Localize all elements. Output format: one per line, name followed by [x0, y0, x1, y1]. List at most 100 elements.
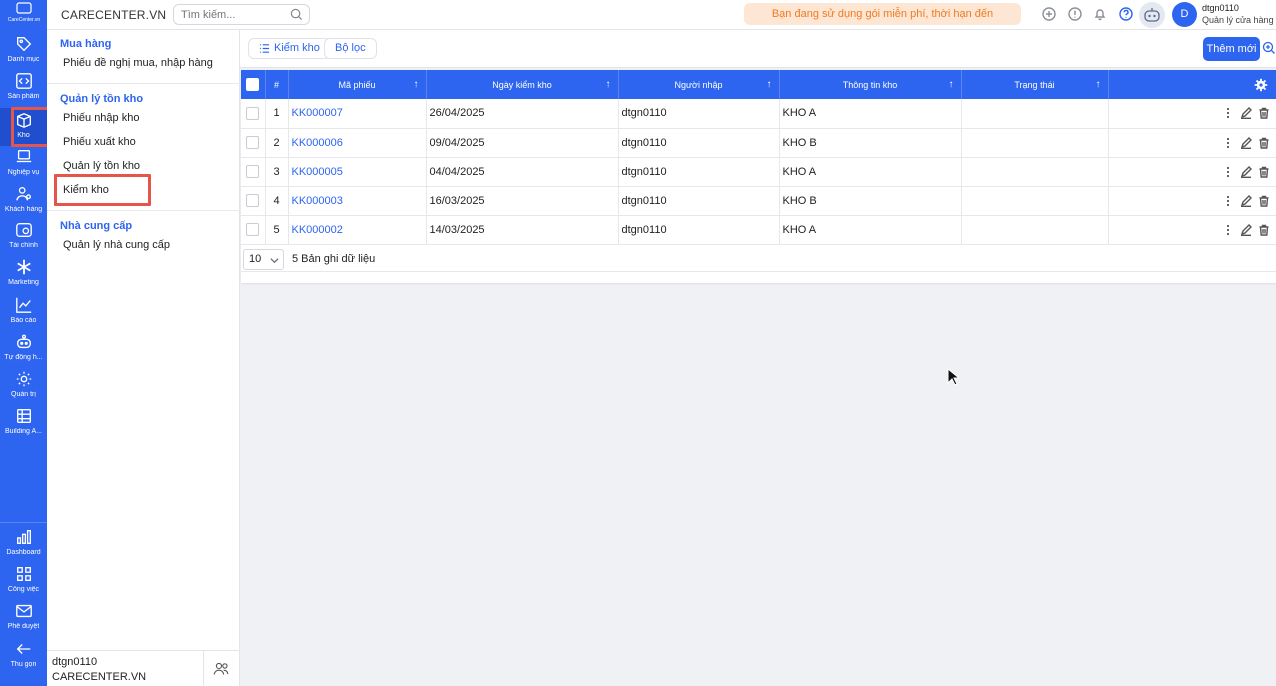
row-select-cell[interactable]: [241, 157, 266, 187]
help-icon[interactable]: [1119, 7, 1133, 21]
sort-arrow-icon[interactable]: ↑: [414, 79, 419, 90]
more-vertical-icon[interactable]: [1222, 195, 1234, 207]
rail-item-dashboard[interactable]: Dashboard: [0, 528, 47, 564]
row-checkbox[interactable]: [246, 136, 260, 149]
search-input[interactable]: [174, 5, 284, 24]
robot-icon: [1144, 8, 1160, 22]
bell-icon[interactable]: [1093, 7, 1107, 21]
code-link[interactable]: KK000006: [292, 137, 343, 149]
row-checkbox[interactable]: [246, 165, 260, 178]
row-select-cell[interactable]: [241, 186, 266, 216]
search-icon[interactable]: [290, 8, 303, 21]
table-row[interactable]: 2 KK000006 09/04/2025 dtgn0110 KHO B: [241, 128, 1276, 158]
cell-code[interactable]: KK000002: [288, 215, 427, 245]
col-header-label: Ngày kiểm kho: [492, 79, 552, 90]
filter-button[interactable]: Bộ lọc: [324, 38, 377, 59]
avatar[interactable]: D: [1172, 2, 1197, 27]
menu-item-quan-ly-ton-kho[interactable]: Quản lý tồn kho: [63, 160, 140, 172]
menu-item-phieu-de-nghi[interactable]: Phiếu đề nghị mua, nhập hàng: [63, 57, 213, 69]
plan-banner[interactable]: Bạn đang sử dụng gói miễn phí, thời hạn …: [744, 3, 1021, 42]
rail-item-thu-gon[interactable]: Thu gọn: [0, 640, 47, 676]
col-header-date[interactable]: Ngày kiểm kho ↑: [426, 70, 619, 99]
row-checkbox[interactable]: [246, 194, 260, 207]
more-vertical-icon[interactable]: [1222, 107, 1234, 119]
sort-arrow-icon[interactable]: ↑: [767, 79, 772, 90]
edit-icon[interactable]: [1240, 136, 1252, 149]
rail-item-phe-duyet[interactable]: Phê duyệt: [0, 602, 47, 638]
code-link[interactable]: KK000002: [292, 224, 343, 236]
user-name[interactable]: dtgn0110: [1202, 3, 1239, 13]
row-checkbox[interactable]: [246, 223, 260, 236]
rail-item-san-pham[interactable]: Sản phẩm: [0, 72, 47, 108]
add-circle-icon[interactable]: [1042, 7, 1056, 21]
rail-item-khach-hang[interactable]: Khách hàng: [0, 185, 47, 221]
rail-item-tu-dong-hoa[interactable]: Tự động h...: [0, 333, 47, 369]
rail-item-marketing[interactable]: Marketing: [0, 258, 47, 294]
menu-item-phieu-xuat-kho[interactable]: Phiếu xuất kho: [63, 136, 136, 148]
sort-arrow-icon[interactable]: ↑: [949, 79, 954, 90]
table-row[interactable]: 3 KK000005 04/04/2025 dtgn0110 KHO A: [241, 157, 1276, 187]
row-number: 3: [265, 157, 289, 187]
col-header-settings[interactable]: [1108, 70, 1276, 99]
code-link[interactable]: KK000007: [292, 107, 343, 119]
zoom-search-icon[interactable]: [1262, 41, 1276, 55]
svg-text:CareCenter.vn: CareCenter.vn: [8, 17, 40, 23]
cell-code[interactable]: KK000003: [288, 186, 427, 216]
row-select-cell[interactable]: [241, 99, 266, 129]
rail-item-quan-tri[interactable]: Quản trị: [0, 370, 47, 406]
edit-icon[interactable]: [1240, 194, 1252, 207]
table-row[interactable]: 1 KK000007 26/04/2025 dtgn0110 KHO A: [241, 99, 1276, 129]
cell-code[interactable]: KK000006: [288, 128, 427, 158]
rail-item-tai-chinh[interactable]: Tài chính: [0, 221, 47, 257]
menu-item-quan-ly-nha-cung-cap[interactable]: Quản lý nhà cung cấp: [63, 239, 170, 251]
col-header-user[interactable]: Người nhập ↑: [618, 70, 780, 99]
gear-icon: [16, 371, 31, 387]
cell-code[interactable]: KK000005: [288, 157, 427, 187]
code-link[interactable]: KK000003: [292, 195, 343, 207]
more-vertical-icon[interactable]: [1222, 224, 1234, 236]
table-row[interactable]: 4 KK000003 16/03/2025 dtgn0110 KHO B: [241, 186, 1276, 216]
sort-arrow-icon[interactable]: ↑: [606, 79, 611, 90]
alert-circle-icon[interactable]: [1068, 7, 1082, 21]
page-size-select[interactable]: 10: [243, 249, 284, 270]
edit-icon[interactable]: [1240, 107, 1252, 120]
rail-item-bao-cao[interactable]: Báo cáo: [0, 296, 47, 332]
user-role: Quản lý cửa hàng: [1202, 15, 1274, 25]
col-header-code[interactable]: Mã phiếu ↑: [288, 70, 427, 99]
col-header-warehouse[interactable]: Thông tin kho ↑: [779, 70, 962, 99]
select-all-checkbox[interactable]: [246, 78, 260, 91]
cell-code[interactable]: KK000007: [288, 99, 427, 129]
trash-icon[interactable]: [1258, 107, 1270, 119]
trash-icon[interactable]: [1258, 224, 1270, 236]
table-row[interactable]: 5 KK000002 14/03/2025 dtgn0110 KHO A: [241, 215, 1276, 245]
col-header-status[interactable]: Trạng thái ↑: [961, 70, 1109, 99]
assistant-robot-button[interactable]: [1139, 2, 1165, 28]
trash-icon[interactable]: [1258, 195, 1270, 207]
add-new-button[interactable]: Thêm mới: [1203, 37, 1260, 61]
row-actions: [1112, 136, 1276, 149]
rail-item-nghiep-vu[interactable]: Nghiệp vụ: [0, 148, 47, 184]
trash-icon[interactable]: [1258, 166, 1270, 178]
sort-arrow-icon[interactable]: ↑: [1096, 79, 1101, 90]
row-select-cell[interactable]: [241, 128, 266, 158]
code-link[interactable]: KK000005: [292, 166, 343, 178]
gear-icon[interactable]: [1254, 78, 1268, 92]
rail-item-cong-viec[interactable]: Công việc: [0, 565, 47, 601]
tab-kiem-kho[interactable]: Kiểm kho: [248, 38, 331, 59]
row-select-cell[interactable]: [241, 215, 266, 245]
app-logo[interactable]: CareCenter.vn: [4, 2, 44, 26]
menu-item-kiem-kho[interactable]: Kiểm kho: [63, 184, 109, 196]
rail-item-danh-muc[interactable]: Danh mục: [0, 35, 47, 71]
more-vertical-icon[interactable]: [1222, 166, 1234, 178]
switch-account-button[interactable]: [203, 651, 238, 686]
more-vertical-icon[interactable]: [1222, 137, 1234, 149]
select-all-cell[interactable]: [241, 70, 266, 99]
menu-item-phieu-nhap-kho[interactable]: Phiếu nhập kho: [63, 112, 139, 124]
trash-icon[interactable]: [1258, 137, 1270, 149]
edit-icon[interactable]: [1240, 223, 1252, 236]
search-box[interactable]: [173, 4, 310, 25]
rail-item-kho[interactable]: Kho: [0, 108, 47, 146]
edit-icon[interactable]: [1240, 165, 1252, 178]
row-checkbox[interactable]: [246, 106, 260, 120]
rail-item-building[interactable]: Building A...: [0, 407, 47, 443]
